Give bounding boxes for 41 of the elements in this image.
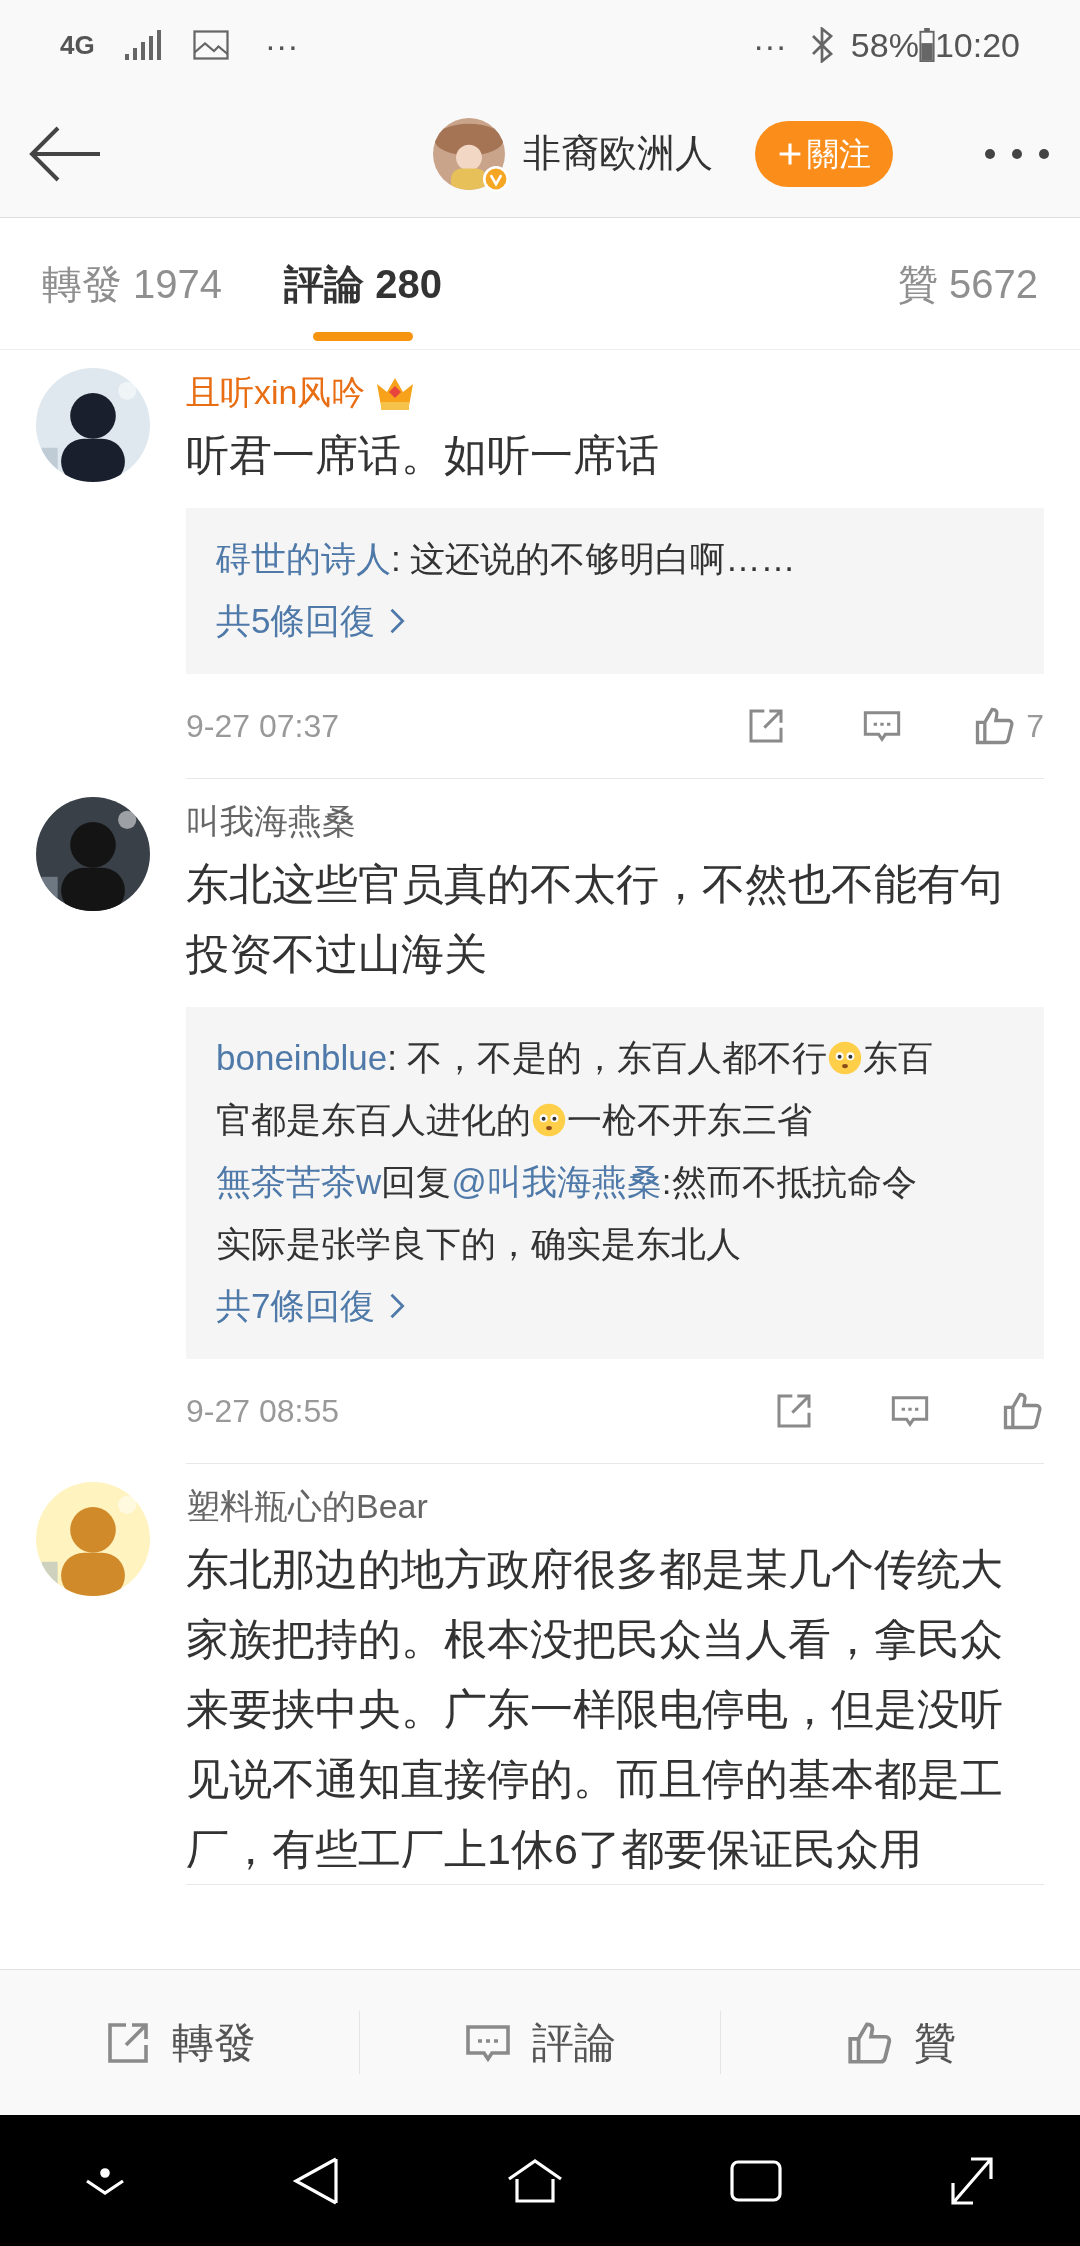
comment-text: 东北那边的地方政府很多都是某几个传统大家族把持的。根本没把民众当人看，拿民众来要挟中央。广东一样限电停电，但是没听见说不通知直接停的。而且停的基本都是工厂，有些工厂上1休6了都要保证民众用 <box>186 1544 1004 1875</box>
battery-icon <box>918 28 935 62</box>
clock: 10:20 <box>934 24 1020 66</box>
battery-percent: 58% <box>850 24 919 66</box>
reply-text: : 这还说的不够明白啊…… <box>391 539 796 578</box>
emoji-icon <box>531 1102 567 1138</box>
tab[interactable]: 評論 280 <box>284 218 442 349</box>
tab[interactable]: 轉發 1974 <box>42 218 223 349</box>
reply-text: : 不，不是的，东百人都不行 <box>387 1038 827 1077</box>
reply-author-link[interactable]: 無茶苦茶w <box>216 1162 382 1201</box>
reply-text: 官都是东百人进化的 <box>216 1100 531 1139</box>
more-replies-link[interactable]: 共7條回復 <box>216 1275 408 1337</box>
comment-author[interactable]: 塑料瓶心的Bear <box>186 1480 428 1532</box>
reply-author-link[interactable]: 碍世的诗人 <box>216 539 391 578</box>
like-count: 7 <box>1026 707 1044 746</box>
action-button[interactable]: 贊 <box>844 2011 957 2074</box>
comment-text: 东北这些官员真的不太行，不然也不能有句投资不过山海关 <box>186 859 1004 980</box>
comment-time: 9-27 07:37 <box>186 707 340 746</box>
emoji-icon <box>826 1040 863 1076</box>
action-button[interactable]: 評論 <box>464 2011 616 2074</box>
profile-name: 非裔欧洲人 <box>523 131 713 176</box>
more-replies-link[interactable]: 共5條回復 <box>216 590 408 652</box>
comment-time: 9-27 08:55 <box>186 1392 340 1431</box>
follow-button[interactable]: 關注 <box>755 120 893 187</box>
more-notifications: ··· <box>264 24 299 66</box>
reply-text: :然而不抵抗命令 <box>661 1162 917 1201</box>
recent-apps-icon[interactable] <box>730 2159 783 2202</box>
reply-text: 回复 <box>381 1162 452 1201</box>
image-icon <box>192 30 229 60</box>
network-indicator: 4G <box>60 28 95 62</box>
reply-text: 一枪不开东三省 <box>567 1100 812 1139</box>
reply-text: 东百 <box>862 1038 933 1077</box>
comment-text: 听君一席话。如听一席话 <box>186 430 660 481</box>
comment-author[interactable]: 叫我海燕桑 <box>186 795 356 847</box>
more-status: ··· <box>752 24 787 66</box>
reply-author-link[interactable]: boneinblue <box>216 1038 388 1077</box>
reply-text: 实际是张学良下的，确实是东北人 <box>216 1224 741 1263</box>
reply-author-link[interactable]: @叫我海燕桑 <box>451 1162 662 1201</box>
action-button[interactable]: 轉發 <box>103 2011 256 2074</box>
tab[interactable]: 贊 5672 <box>897 218 1038 349</box>
comment-author[interactable]: 且听xin风吟 <box>186 366 366 418</box>
